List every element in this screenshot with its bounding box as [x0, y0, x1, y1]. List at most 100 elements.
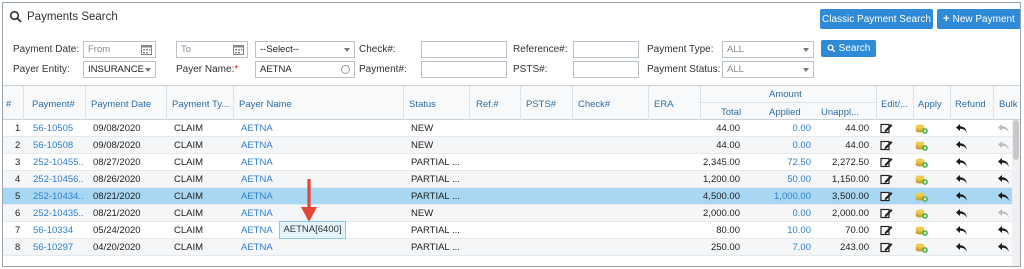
- col-unapplied[interactable]: Unappl...: [821, 107, 871, 118]
- edit-icon[interactable]: [880, 208, 893, 219]
- table-row[interactable]: 2 56-10508 09/08/2020 CLAIM AETNA NEW 44.00 0.0…: [3, 137, 1020, 154]
- edit-icon[interactable]: [880, 225, 893, 236]
- vertical-scrollbar[interactable]: [1012, 120, 1020, 266]
- check-input[interactable]: [421, 41, 507, 58]
- payment-number-link[interactable]: 56-10297: [33, 242, 83, 253]
- refund-icon[interactable]: [955, 191, 968, 202]
- table-row[interactable]: 7 56-10334 05/24/2020 CLAIM AETNA PARTIAL ...…: [3, 222, 1020, 239]
- payment-number-link[interactable]: 56-10334: [33, 225, 83, 236]
- applied-amount-link[interactable]: 0.00: [793, 208, 812, 219]
- apply-payment-icon[interactable]: [915, 191, 928, 202]
- calendar-icon[interactable]: [141, 45, 152, 55]
- new-payment-button[interactable]: + New Payment: [937, 9, 1020, 29]
- col-edit[interactable]: Edit/...: [881, 99, 911, 110]
- payment-date-from-input[interactable]: From: [83, 41, 156, 58]
- edit-icon[interactable]: [880, 123, 893, 134]
- applied-amount-link[interactable]: 0.00: [793, 123, 812, 134]
- apply-payment-icon[interactable]: [915, 123, 928, 134]
- payment-number-link[interactable]: 252-10455...: [33, 157, 83, 168]
- col-total[interactable]: Total: [721, 107, 741, 118]
- col-psts[interactable]: PSTS#: [526, 99, 556, 110]
- applied-amount-link[interactable]: 7.00: [793, 242, 812, 253]
- bulk-refund-icon[interactable]: [997, 208, 1010, 219]
- reference-input[interactable]: [573, 41, 639, 58]
- col-check[interactable]: Check#: [578, 99, 610, 110]
- bulk-refund-icon[interactable]: [997, 225, 1010, 236]
- edit-icon[interactable]: [880, 157, 893, 168]
- col-apply[interactable]: Apply: [918, 99, 942, 110]
- edit-icon[interactable]: [880, 140, 893, 151]
- applied-amount-link[interactable]: 10.00: [787, 225, 811, 236]
- table-row[interactable]: 1 56-10505 09/08/2020 CLAIM AETNA NEW 44.00 0.0…: [3, 120, 1020, 137]
- col-payment-type[interactable]: Payment Ty...: [172, 99, 230, 110]
- refund-icon[interactable]: [955, 208, 968, 219]
- bulk-refund-icon[interactable]: [997, 157, 1010, 168]
- payer-name-input[interactable]: AETNA: [255, 61, 355, 78]
- col-num[interactable]: #: [6, 99, 11, 110]
- calendar-icon[interactable]: [233, 45, 244, 55]
- scrollbar-thumb[interactable]: [1013, 120, 1019, 160]
- payment-number-link[interactable]: 252-10456...: [33, 174, 83, 185]
- payment-status-select[interactable]: ALL: [722, 61, 814, 78]
- refund-icon[interactable]: [955, 157, 968, 168]
- refund-icon[interactable]: [955, 123, 968, 134]
- bulk-refund-icon[interactable]: [997, 123, 1010, 134]
- payer-name-link[interactable]: AETNA: [241, 208, 273, 219]
- col-payment-date[interactable]: Payment Date: [91, 99, 151, 110]
- applied-amount-link[interactable]: 72.50: [787, 157, 811, 168]
- col-payer-name[interactable]: Payer Name: [239, 99, 292, 110]
- bulk-refund-icon[interactable]: [997, 242, 1010, 253]
- edit-icon[interactable]: [880, 191, 893, 202]
- col-applied[interactable]: Applied: [769, 107, 801, 118]
- refund-icon[interactable]: [955, 225, 968, 236]
- apply-payment-icon[interactable]: [915, 140, 928, 151]
- bulk-refund-icon[interactable]: [997, 140, 1010, 151]
- edit-icon[interactable]: [880, 174, 893, 185]
- edit-icon[interactable]: [880, 242, 893, 253]
- apply-payment-icon[interactable]: [915, 174, 928, 185]
- payer-entity-select[interactable]: INSURANCE: [83, 61, 156, 78]
- table-row[interactable]: 5 252-10434... 08/21/2020 CLAIM AETNA PARTIAL…: [3, 188, 1020, 205]
- table-row[interactable]: 3 252-10455... 08/27/2020 CLAIM AETNA PARTIAL…: [3, 154, 1020, 171]
- apply-payment-icon[interactable]: [915, 242, 928, 253]
- applied-amount-link[interactable]: 0.00: [793, 140, 812, 151]
- payer-name-link[interactable]: AETNA: [241, 225, 273, 236]
- table-row[interactable]: 8 56-10297 04/20/2020 CLAIM AETNA PARTIAL ...…: [3, 239, 1020, 256]
- classic-payment-search-button[interactable]: Classic Payment Search: [820, 9, 933, 29]
- apply-payment-icon[interactable]: [915, 208, 928, 219]
- payment-number-link[interactable]: 56-10508: [33, 140, 83, 151]
- bulk-refund-icon[interactable]: [997, 191, 1010, 202]
- payment-number-link[interactable]: 252-10434...: [33, 191, 83, 202]
- payer-name-link[interactable]: AETNA: [241, 123, 273, 134]
- payer-name-link[interactable]: AETNA: [241, 174, 273, 185]
- bulk-refund-icon[interactable]: [997, 174, 1010, 185]
- refund-icon[interactable]: [955, 174, 968, 185]
- payer-name-link[interactable]: AETNA: [241, 242, 273, 253]
- col-payment[interactable]: Payment#: [32, 99, 75, 110]
- payment-type-select[interactable]: ALL: [722, 41, 814, 58]
- applied-amount-link[interactable]: 50.00: [787, 174, 811, 185]
- refund-icon[interactable]: [955, 242, 968, 253]
- apply-payment-icon[interactable]: [915, 157, 928, 168]
- payment-date-preset-select[interactable]: --Select--: [255, 41, 355, 58]
- payment-number-link[interactable]: 252-10435...: [33, 208, 83, 219]
- search-button[interactable]: Search: [821, 40, 876, 57]
- table-row[interactable]: 4 252-10456... 08/26/2020 CLAIM AETNA PARTIAL…: [3, 171, 1020, 188]
- table-row[interactable]: 6 252-10435... 08/21/2020 CLAIM AETNA NEW 2,00…: [3, 205, 1020, 222]
- payment-number-link[interactable]: 56-10505: [33, 123, 83, 134]
- payment-no-input[interactable]: [421, 61, 507, 78]
- lookup-circle-icon[interactable]: [341, 65, 350, 74]
- col-era[interactable]: ERA: [654, 99, 674, 110]
- applied-amount-link[interactable]: 1,000.00: [774, 191, 811, 202]
- refund-icon[interactable]: [955, 140, 968, 151]
- col-ref[interactable]: Ref.#: [476, 99, 499, 110]
- psts-input[interactable]: [573, 61, 639, 78]
- col-refund[interactable]: Refund: [955, 99, 986, 110]
- payment-date-to-input[interactable]: To: [176, 41, 248, 58]
- payer-name-link[interactable]: AETNA: [241, 191, 273, 202]
- apply-payment-icon[interactable]: [915, 225, 928, 236]
- col-bulk[interactable]: Bulk R: [999, 99, 1020, 110]
- payer-name-link[interactable]: AETNA: [241, 140, 273, 151]
- payer-name-link[interactable]: AETNA: [241, 157, 273, 168]
- col-status[interactable]: Status: [409, 99, 436, 110]
